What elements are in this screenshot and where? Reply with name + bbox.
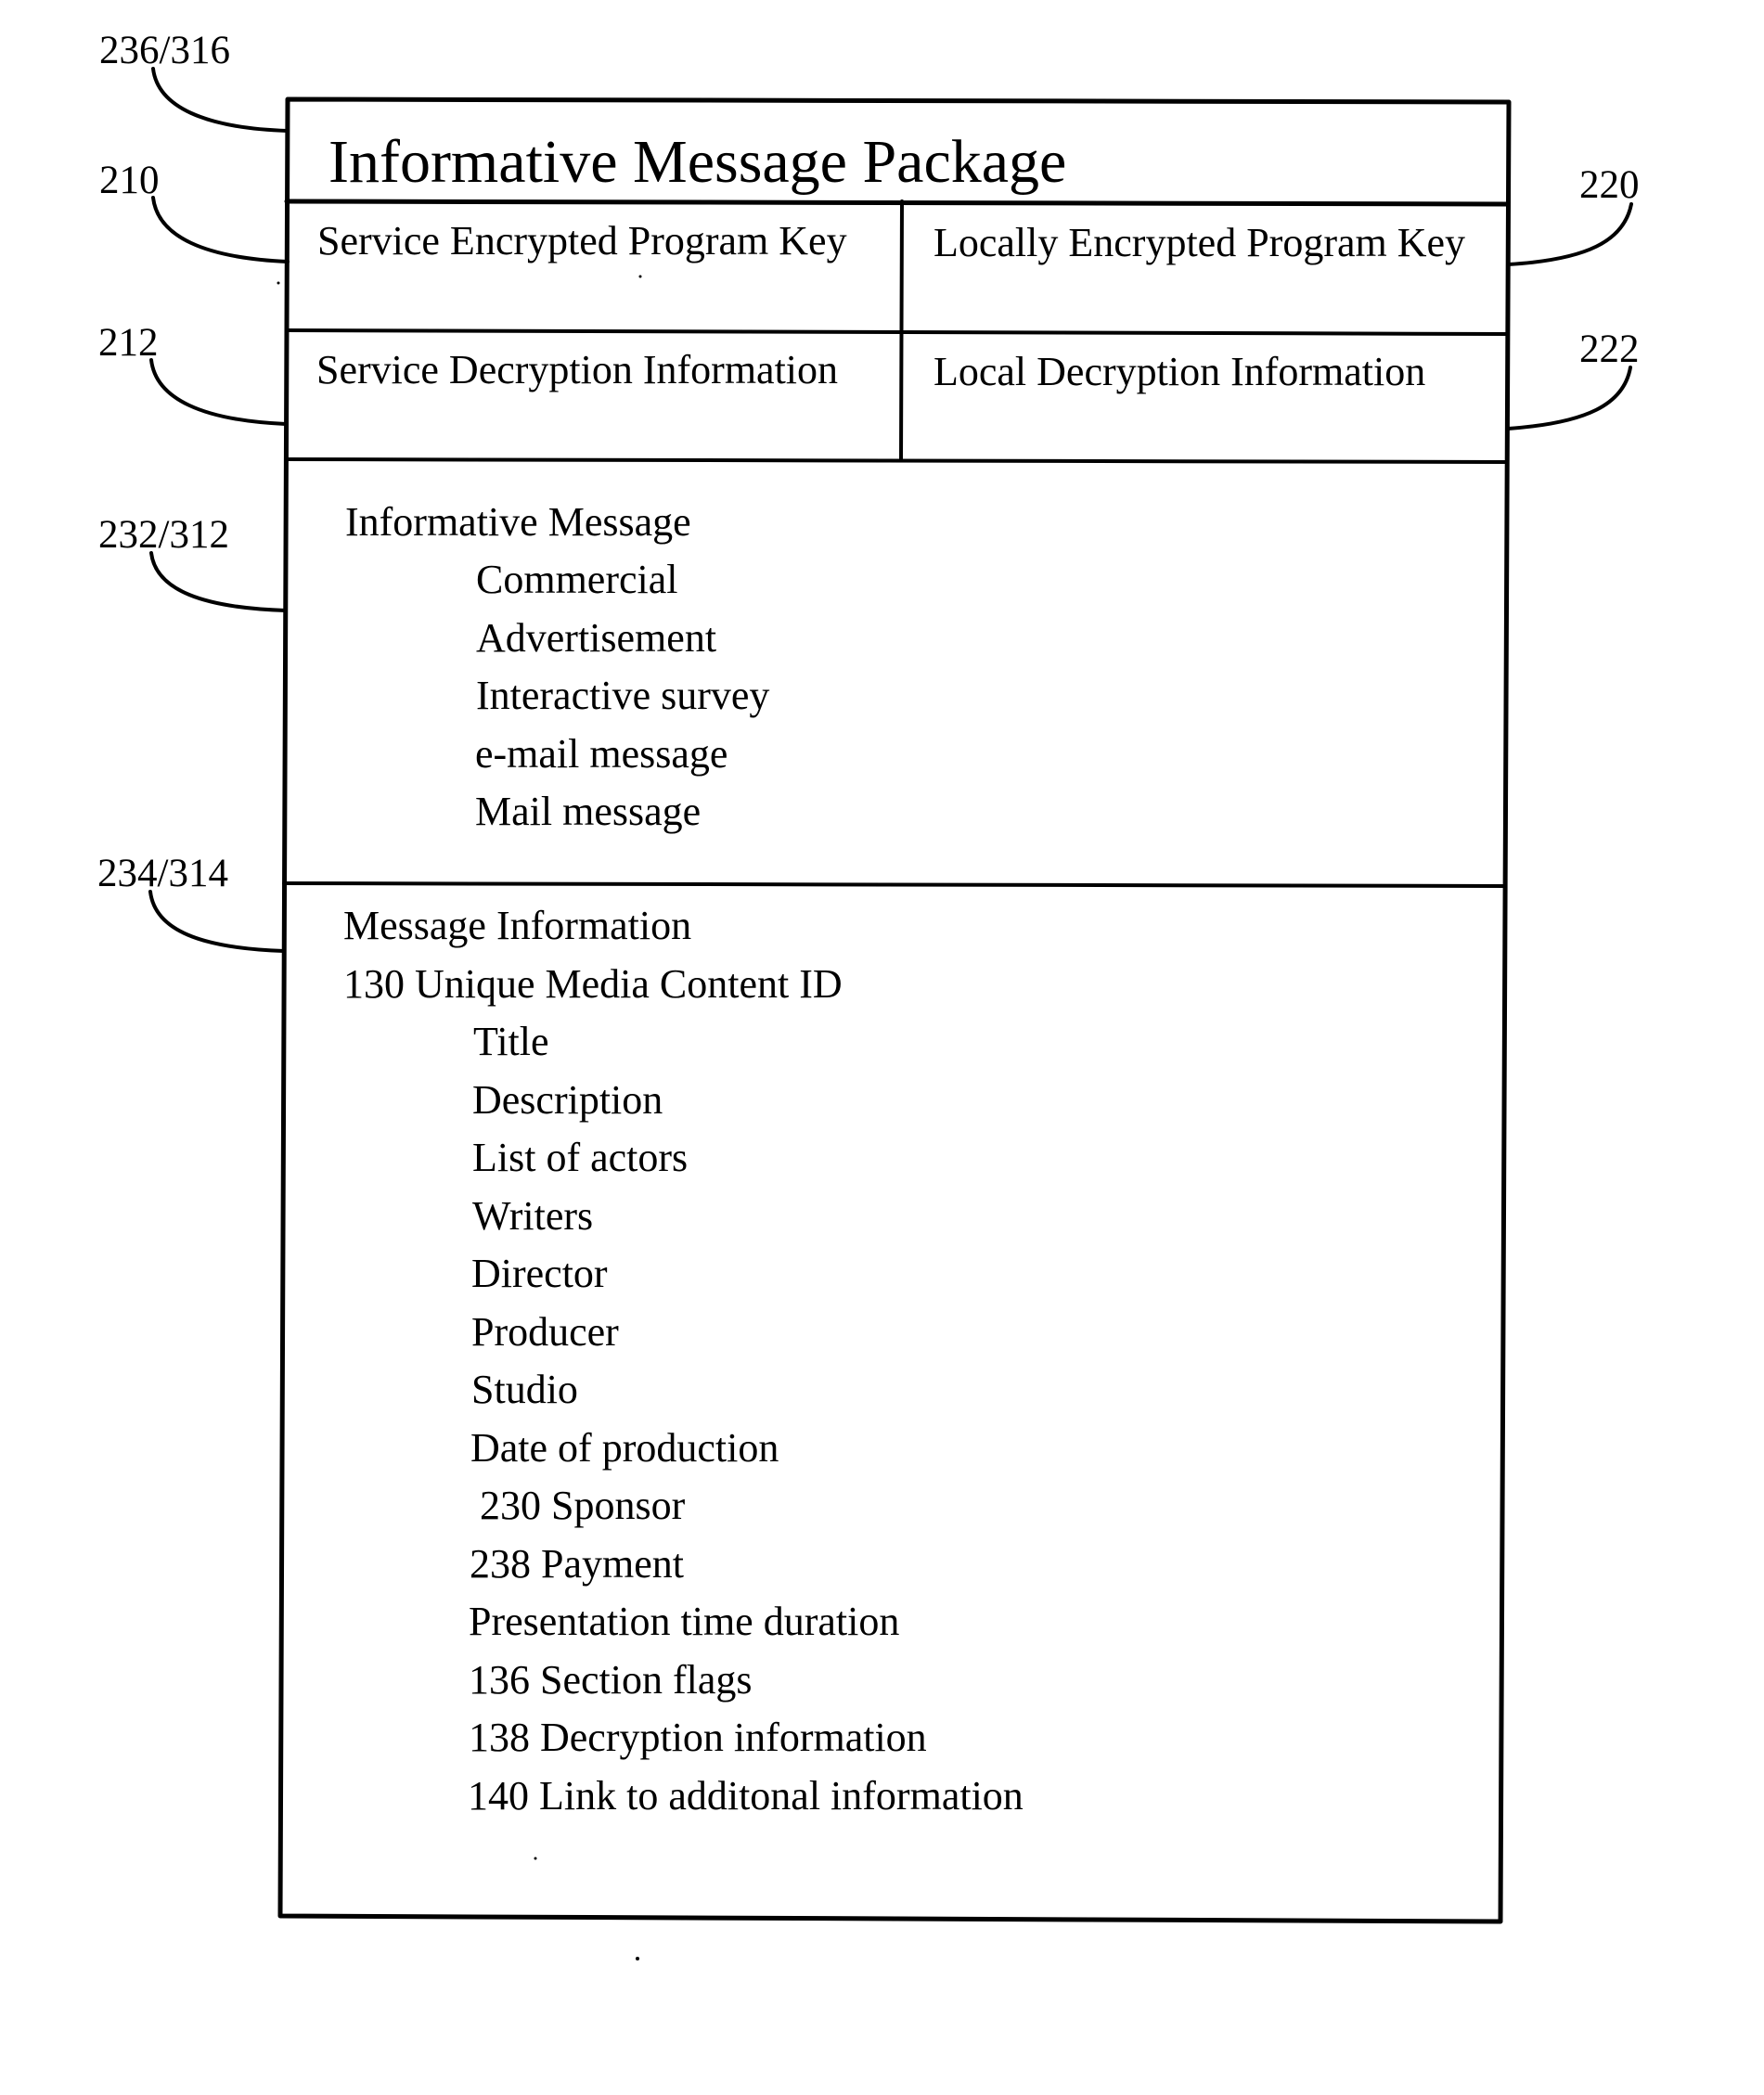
- message-information-item: Description: [472, 1077, 663, 1123]
- informative-message-item: e-mail message: [475, 731, 728, 777]
- column-divider: [899, 199, 904, 462]
- message-information-item: Date of production: [470, 1425, 779, 1471]
- section-divider-2: [282, 881, 1507, 888]
- ref-label-message-information: 234/314: [97, 852, 228, 895]
- message-information-item: List of actors: [472, 1135, 689, 1180]
- message-information-item: Presentation time duration: [469, 1599, 900, 1644]
- message-information-item: 138 Decryption information: [469, 1715, 927, 1760]
- cell-service-encrypted-program-key: Service Encrypted Program Key: [317, 218, 847, 263]
- header-divider: [284, 199, 1511, 207]
- ref-label-service-decryption: 212: [98, 321, 159, 365]
- informative-message-item: Advertisement: [476, 615, 717, 661]
- leader-212: [149, 358, 288, 426]
- message-information-item: Writers: [472, 1193, 594, 1239]
- message-information-item: 238 Payment: [470, 1541, 684, 1587]
- informative-message-heading: Informative Message: [345, 499, 691, 545]
- scan-speck: [534, 1857, 537, 1860]
- scan-speck: [277, 281, 280, 285]
- ref-label-local-key: 220: [1579, 163, 1640, 207]
- ref-label-informative-message: 232/312: [98, 513, 229, 557]
- package-title: Informative Message Package: [328, 128, 1067, 196]
- leader-232-312: [149, 551, 288, 612]
- leader-210: [151, 196, 290, 263]
- leader-236-316: [151, 67, 290, 133]
- ref-label-local-decryption: 222: [1579, 328, 1640, 371]
- leader-220: [1506, 202, 1633, 266]
- leader-222: [1506, 366, 1632, 431]
- row-divider: [285, 328, 1510, 336]
- informative-message-item: Commercial: [476, 557, 678, 602]
- cell-service-decryption-information: Service Decryption Information: [316, 347, 839, 392]
- unique-media-content-id: 130 Unique Media Content ID: [343, 961, 843, 1007]
- scan-speck: [638, 275, 642, 278]
- message-information-item: 230 Sponsor: [480, 1483, 686, 1528]
- ref-label-service-key: 210: [99, 159, 160, 202]
- leader-234-314: [148, 890, 286, 953]
- cell-local-decryption-information: Local Decryption Information: [934, 349, 1426, 394]
- message-information-item: 140 Link to additonal information: [468, 1773, 1024, 1819]
- message-information-heading: Message Information: [343, 903, 692, 948]
- message-information-item: 136 Section flags: [469, 1657, 753, 1703]
- message-information-item: Studio: [471, 1367, 578, 1412]
- ref-label-package: 236/316: [99, 29, 230, 72]
- section-divider-1: [284, 457, 1509, 464]
- message-information-item: Director: [471, 1251, 608, 1296]
- informative-message-item: Interactive survey: [476, 673, 770, 718]
- informative-message-item: Mail message: [475, 789, 702, 834]
- message-information-item: Title: [473, 1019, 549, 1064]
- cell-locally-encrypted-program-key: Locally Encrypted Program Key: [934, 220, 1466, 265]
- message-information-item: Producer: [471, 1309, 619, 1355]
- scan-speck: [636, 1957, 639, 1960]
